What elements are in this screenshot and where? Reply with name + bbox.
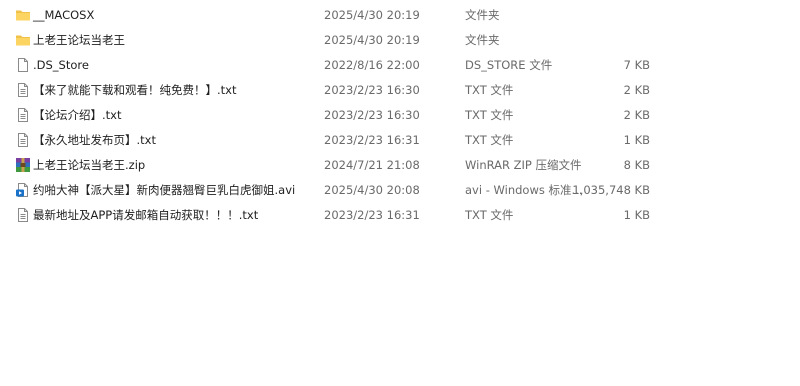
file-row-txt[interactable]: 【永久地址发布页】.txt 2023/2/23 16:31 TXT 文件 1 K… <box>0 128 800 153</box>
folder-icon <box>15 32 31 48</box>
text-file-icon <box>15 132 31 148</box>
folder-icon <box>15 7 31 23</box>
file-type: TXT 文件 <box>465 133 514 147</box>
file-date-modified: 2023/2/23 16:30 <box>324 108 420 122</box>
file-type: DS_STORE 文件 <box>465 58 553 72</box>
file-row-txt[interactable]: 【来了就能下载和观看！纯免费！】.txt 2023/2/23 16:30 TXT… <box>0 78 800 103</box>
file-size: 1 KB <box>623 133 650 147</box>
file-type: WinRAR ZIP 压缩文件 <box>465 158 582 172</box>
file-size: 2 KB <box>623 108 650 122</box>
file-date-modified: 2025/4/30 20:08 <box>324 183 420 197</box>
file-size: 1,035,748 KB <box>572 183 650 197</box>
file-row-ds-store[interactable]: .DS_Store 2022/8/16 22:00 DS_STORE 文件 7 … <box>0 53 800 78</box>
winrar-archive-icon <box>15 157 31 173</box>
file-type: avi - Windows 标准... <box>465 183 583 197</box>
file-row-txt[interactable]: 最新地址及APP请发邮箱自动获取！！！.txt 2023/2/23 16:31 … <box>0 203 800 228</box>
text-file-icon <box>15 207 31 223</box>
file-row-avi[interactable]: 约啪大神【派大星】新肉便器翘臀巨乳白虎御姐.avi 2025/4/30 20:0… <box>0 178 800 203</box>
file-name: 最新地址及APP请发邮箱自动获取！！！.txt <box>33 208 259 222</box>
file-name: __MACOSX <box>33 8 95 22</box>
file-size: 1 KB <box>623 208 650 222</box>
file-name: 【永久地址发布页】.txt <box>33 133 156 147</box>
file-row-txt[interactable]: 【论坛介绍】.txt 2023/2/23 16:30 TXT 文件 2 KB <box>0 103 800 128</box>
file-type: TXT 文件 <box>465 83 514 97</box>
file-name: 【论坛介绍】.txt <box>33 108 122 122</box>
file-date-modified: 2025/4/30 20:19 <box>324 33 420 47</box>
file-row-folder[interactable]: 上老王论坛当老王 2025/4/30 20:19 文件夹 <box>0 28 800 53</box>
file-date-modified: 2023/2/23 16:31 <box>324 208 420 222</box>
video-file-icon <box>15 182 31 198</box>
file-name: 上老王论坛当老王 <box>33 33 125 47</box>
file-name: 约啪大神【派大星】新肉便器翘臀巨乳白虎御姐.avi <box>33 183 296 197</box>
file-row-macosx-folder[interactable]: __MACOSX 2025/4/30 20:19 文件夹 <box>0 3 800 28</box>
file-size: 2 KB <box>623 83 650 97</box>
file-size: 8 KB <box>623 158 650 172</box>
file-type: 文件夹 <box>465 8 500 22</box>
blank-file-icon <box>15 57 31 73</box>
file-type: 文件夹 <box>465 33 500 47</box>
file-date-modified: 2022/8/16 22:00 <box>324 58 420 72</box>
file-list: __MACOSX 2025/4/30 20:19 文件夹 上老王论坛当老王 20… <box>0 3 800 228</box>
file-name: 【来了就能下载和观看！纯免费！】.txt <box>33 83 237 97</box>
file-type: TXT 文件 <box>465 108 514 122</box>
file-size: 7 KB <box>623 58 650 72</box>
file-name: 上老王论坛当老王.zip <box>33 158 146 172</box>
file-name: .DS_Store <box>33 58 89 72</box>
file-date-modified: 2025/4/30 20:19 <box>324 8 420 22</box>
file-row-zip[interactable]: 上老王论坛当老王.zip 2024/7/21 21:08 WinRAR ZIP … <box>0 153 800 178</box>
file-type: TXT 文件 <box>465 208 514 222</box>
text-file-icon <box>15 107 31 123</box>
file-date-modified: 2023/2/23 16:31 <box>324 133 420 147</box>
file-date-modified: 2024/7/21 21:08 <box>324 158 420 172</box>
file-date-modified: 2023/2/23 16:30 <box>324 83 420 97</box>
text-file-icon <box>15 82 31 98</box>
